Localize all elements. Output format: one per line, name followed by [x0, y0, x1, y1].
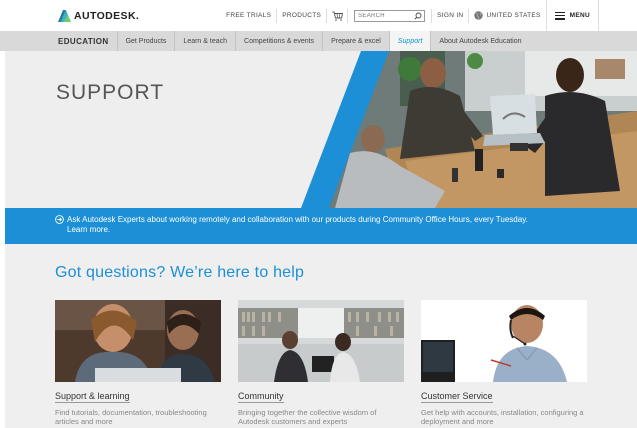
education-subnav: EDUCATION Get Products Learn & teach Com…	[0, 31, 637, 51]
cart-icon[interactable]	[327, 11, 347, 21]
banner-message: Ask Autodesk Experts about working remot…	[67, 215, 528, 224]
top-navigation: AUTODESK. FREE TRIALS PRODUCTS SIGN IN	[0, 0, 637, 31]
support-learning-photo[interactable]	[55, 300, 221, 382]
section-heading: Got questions? We’re here to help	[55, 264, 305, 281]
divider	[347, 8, 349, 23]
menu-label: MENU	[569, 12, 590, 19]
region-selector[interactable]: UNITED STATES	[469, 11, 545, 20]
search-box	[354, 9, 426, 22]
search-input[interactable]	[355, 10, 412, 21]
hamburger-icon	[554, 11, 565, 20]
region-label: UNITED STATES	[486, 12, 541, 19]
free-trials-link[interactable]: FREE TRIALS	[221, 12, 276, 19]
subnav-item-get-products[interactable]: Get Products	[116, 31, 175, 51]
card-description: Find tutorials, documentation, troublesh…	[55, 408, 207, 426]
card-description: Get help with accounts, installation, co…	[421, 408, 584, 426]
arrow-circle-icon	[55, 215, 64, 224]
subnav-item-support[interactable]: Support	[388, 31, 431, 51]
subnav-home-education[interactable]: EDUCATION	[52, 37, 117, 46]
community-card[interactable]: Community Bringing together the collecti…	[238, 300, 404, 426]
autodesk-logo[interactable]: AUTODESK.	[58, 10, 139, 22]
products-link[interactable]: PRODUCTS	[277, 12, 326, 19]
subnav-item-about-education[interactable]: About Autodesk Education	[430, 31, 529, 51]
autodesk-logo-icon	[58, 10, 71, 22]
customer-service-photo[interactable]	[421, 300, 587, 382]
card-title[interactable]: Customer Service	[421, 391, 493, 403]
search-icon[interactable]	[414, 12, 422, 20]
support-section: Got questions? We’re here to help Suppor…	[5, 244, 637, 428]
card-description: Bringing together the collective wisdom …	[238, 408, 377, 426]
subnav-item-prepare-excel[interactable]: Prepare & excel	[322, 31, 389, 51]
brand-name: AUTODESK.	[74, 10, 140, 22]
globe-icon	[474, 11, 484, 20]
subnav-item-learn-teach[interactable]: Learn & teach	[174, 31, 235, 51]
sign-in-link[interactable]: SIGN IN	[432, 12, 468, 19]
customer-service-card[interactable]: Customer Service Get help with accounts,…	[421, 300, 587, 426]
page-title: SUPPORT	[56, 81, 165, 104]
learn-more-link[interactable]: Learn more.	[55, 225, 637, 235]
utility-nav: FREE TRIALS PRODUCTS SIGN IN	[221, 0, 599, 31]
hero-section: SUPPORT	[5, 51, 637, 208]
announcement-banner[interactable]: Ask Autodesk Experts about working remot…	[5, 208, 637, 244]
support-learning-card[interactable]: Support & learning Find tutorials, docum…	[55, 300, 221, 426]
subnav-item-competitions-events[interactable]: Competitions & events	[235, 31, 322, 51]
community-photo[interactable]	[238, 300, 404, 382]
hero-photo	[275, 51, 637, 208]
menu-button[interactable]: MENU	[545, 0, 599, 31]
card-title[interactable]: Community	[238, 391, 284, 403]
card-title[interactable]: Support & learning	[55, 391, 130, 403]
